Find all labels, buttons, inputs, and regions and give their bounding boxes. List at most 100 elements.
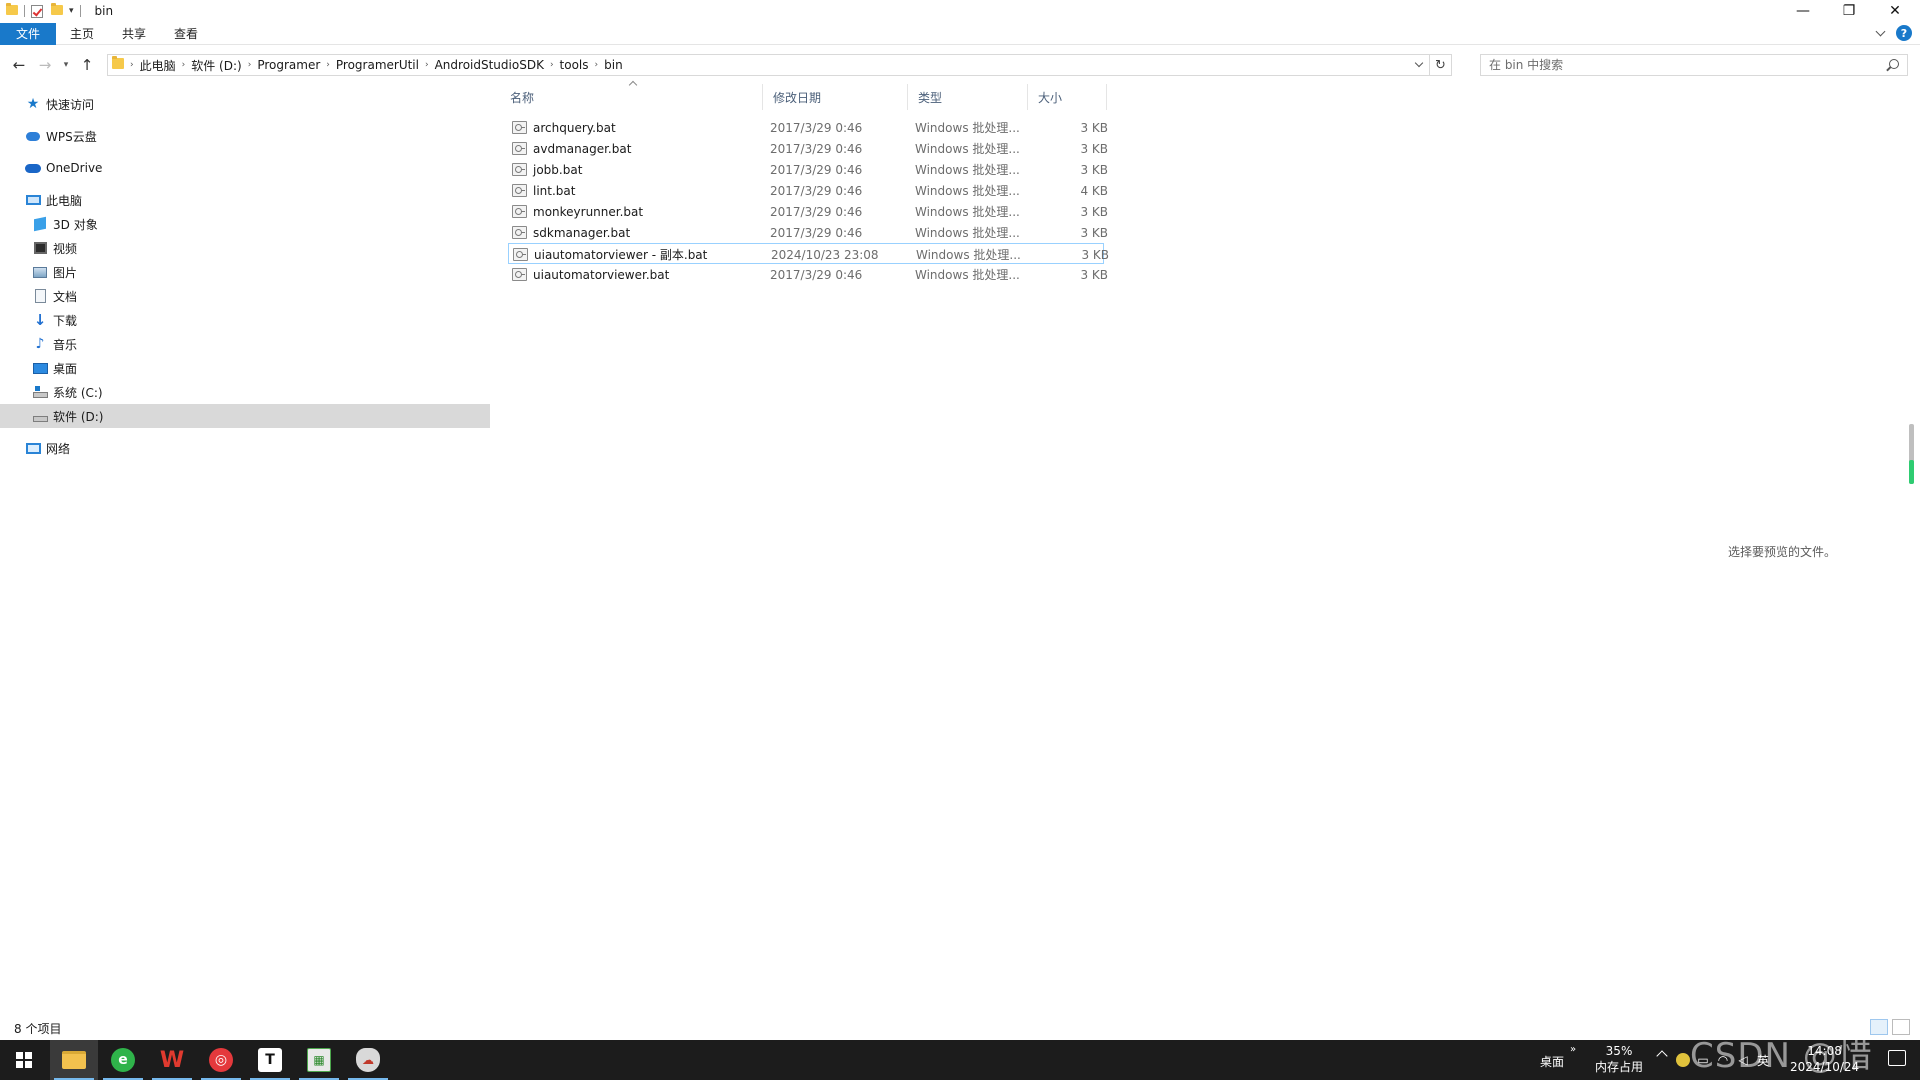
nav-item-documents[interactable]: 文档: [0, 284, 490, 308]
file-row[interactable]: monkeyrunner.bat 2017/3/29 0:46 Windows …: [508, 201, 1108, 222]
nav-item-music[interactable]: ♪ 音乐: [0, 332, 490, 356]
batch-file-icon: [512, 268, 527, 281]
address-bar[interactable]: › 此电脑 › 软件 (D:) › Programer › ProgramerU…: [107, 54, 1452, 76]
recent-locations-chevron-icon[interactable]: ▾: [58, 52, 74, 78]
file-date: 2024/10/23 23:08: [771, 247, 879, 262]
drive-d-icon: [32, 408, 48, 424]
nav-item-desktop[interactable]: 桌面: [0, 356, 490, 380]
nav-item-drive-d[interactable]: 软件 (D:): [0, 404, 490, 428]
large-icons-view-icon[interactable]: [1892, 1019, 1910, 1035]
volume-icon[interactable]: ◁: [1735, 1052, 1751, 1068]
expand-ribbon-chevron-icon[interactable]: [1875, 26, 1886, 36]
file-row[interactable]: jobb.bat 2017/3/29 0:46 Windows 批处理... 3…: [508, 159, 1108, 180]
address-history-chevron-icon[interactable]: [1409, 55, 1429, 75]
navigation-pane: ★ 快速访问 WPS云盘 OneDrive 此电脑 3D 对象 视频 图片 文档…: [0, 92, 490, 1027]
toolbar-expand-icon[interactable]: »: [1570, 1044, 1576, 1055]
input-method-label[interactable]: 英: [1755, 1052, 1771, 1068]
nav-item-label: 图片: [53, 265, 78, 280]
item-count: 8 个项目: [14, 1021, 62, 1036]
file-row[interactable]: sdkmanager.bat 2017/3/29 0:46 Windows 批处…: [508, 222, 1108, 243]
tab-home[interactable]: 主页: [56, 23, 108, 45]
breadcrumb-androidstudiosdk[interactable]: AndroidStudioSDK: [429, 58, 550, 72]
nav-item-videos[interactable]: 视频: [0, 236, 490, 260]
notification-center-icon[interactable]: [1888, 1050, 1906, 1066]
properties-icon[interactable]: [31, 4, 43, 18]
show-hidden-icons-chevron-icon[interactable]: [1656, 1050, 1668, 1062]
file-type: Windows 批处理...: [915, 184, 1020, 198]
file-row[interactable]: lint.bat 2017/3/29 0:46 Windows 批处理... 4…: [508, 180, 1108, 201]
ribbon-tabs: 文件 主页 共享 查看 ?: [0, 22, 1920, 45]
refresh-icon[interactable]: ↻: [1429, 55, 1451, 75]
search-box[interactable]: [1480, 54, 1908, 76]
restore-button[interactable]: ❐: [1826, 0, 1872, 22]
file-name-cell: uiautomatorviewer - 副本.bat: [513, 244, 707, 265]
taskbar-file-explorer[interactable]: [50, 1040, 98, 1080]
battery-icon[interactable]: ▭: [1695, 1052, 1711, 1068]
taskbar-typora[interactable]: T: [246, 1040, 294, 1080]
minimize-button[interactable]: —: [1780, 0, 1826, 22]
file-size: 3 KB: [1080, 162, 1108, 177]
up-arrow-icon[interactable]: ↑: [74, 52, 100, 78]
file-row[interactable]: uiautomatorviewer.bat 2017/3/29 0:46 Win…: [508, 264, 1108, 285]
nav-item-network[interactable]: 网络: [0, 436, 490, 460]
memory-usage[interactable]: 35% 内存占用: [1595, 1043, 1643, 1075]
file-name: uiautomatorviewer.bat: [533, 267, 670, 282]
ribbon-right-controls: ?: [1875, 25, 1912, 41]
file-name-cell: monkeyrunner.bat: [512, 201, 643, 222]
help-icon[interactable]: ?: [1896, 25, 1912, 41]
nav-item-onedrive[interactable]: OneDrive: [0, 156, 490, 180]
forward-arrow-icon[interactable]: →: [32, 52, 58, 78]
close-button[interactable]: ✕: [1872, 0, 1918, 22]
search-icon[interactable]: [1889, 59, 1899, 69]
netease-music-icon: ◎: [209, 1048, 233, 1072]
file-type: Windows 批处理...: [915, 121, 1020, 135]
taskbar-cloud-app[interactable]: ☁: [344, 1040, 392, 1080]
search-input[interactable]: [1489, 58, 1869, 72]
column-header-size[interactable]: 大小: [1027, 84, 1107, 110]
file-type: Windows 批处理...: [915, 163, 1020, 177]
nav-item-pictures[interactable]: 图片: [0, 260, 490, 284]
tray-app-icon[interactable]: [1675, 1052, 1691, 1068]
taskbar-netease-music[interactable]: ◎: [197, 1040, 245, 1080]
wifi-icon[interactable]: ◠: [1715, 1052, 1731, 1068]
nav-item-this-pc[interactable]: 此电脑: [0, 188, 490, 212]
file-date: 2017/3/29 0:46: [770, 141, 863, 156]
file-row-selected[interactable]: uiautomatorviewer - 副本.bat 2024/10/23 23…: [508, 243, 1109, 265]
file-row[interactable]: avdmanager.bat 2017/3/29 0:46 Windows 批处…: [508, 138, 1108, 159]
taskbar-spreadsheet[interactable]: ▦: [295, 1040, 343, 1080]
tab-view[interactable]: 查看: [160, 23, 212, 45]
new-folder-icon[interactable]: [51, 3, 63, 18]
taskbar-browser[interactable]: e: [99, 1040, 147, 1080]
column-header-type[interactable]: 类型: [907, 84, 1027, 110]
column-header-date[interactable]: 修改日期: [762, 84, 907, 110]
tab-file[interactable]: 文件: [0, 22, 57, 45]
nav-item-downloads[interactable]: ↓ 下载: [0, 308, 490, 332]
breadcrumb-programerutil[interactable]: ProgramerUtil: [330, 58, 425, 72]
breadcrumb-this-pc[interactable]: 此电脑: [134, 57, 182, 74]
desktop-toolbar-label[interactable]: 桌面: [1540, 1053, 1564, 1070]
taskbar-wps[interactable]: W: [148, 1040, 196, 1080]
details-view-icon[interactable]: [1870, 1019, 1888, 1035]
nav-item-3d-objects[interactable]: 3D 对象: [0, 212, 490, 236]
file-name-cell: avdmanager.bat: [512, 138, 631, 159]
nav-item-label: 音乐: [53, 337, 78, 352]
file-name-cell: archquery.bat: [512, 117, 616, 138]
breadcrumb-programer[interactable]: Programer: [251, 58, 326, 72]
file-date: 2017/3/29 0:46: [770, 183, 863, 198]
nav-item-quick-access[interactable]: ★ 快速访问: [0, 92, 490, 116]
file-type: Windows 批处理...: [915, 268, 1020, 282]
column-header-name[interactable]: 名称: [500, 84, 762, 110]
breadcrumb-drive-d[interactable]: 软件 (D:): [185, 57, 247, 74]
spreadsheet-icon: ▦: [307, 1048, 331, 1072]
breadcrumb-tools[interactable]: tools: [554, 58, 595, 72]
start-button[interactable]: [0, 1040, 48, 1080]
tab-share[interactable]: 共享: [108, 23, 160, 45]
breadcrumb-bin[interactable]: bin: [598, 58, 629, 72]
file-row[interactable]: archquery.bat 2017/3/29 0:46 Windows 批处理…: [508, 117, 1108, 138]
nav-item-drive-c[interactable]: 系统 (C:): [0, 380, 490, 404]
customize-toolbar-chevron-icon[interactable]: ▾: [69, 6, 74, 16]
batch-file-icon: [512, 163, 527, 176]
nav-item-wps-cloud[interactable]: WPS云盘: [0, 124, 490, 148]
clock[interactable]: 14:08 2024/10/24: [1790, 1043, 1859, 1075]
back-arrow-icon[interactable]: ←: [6, 52, 32, 78]
